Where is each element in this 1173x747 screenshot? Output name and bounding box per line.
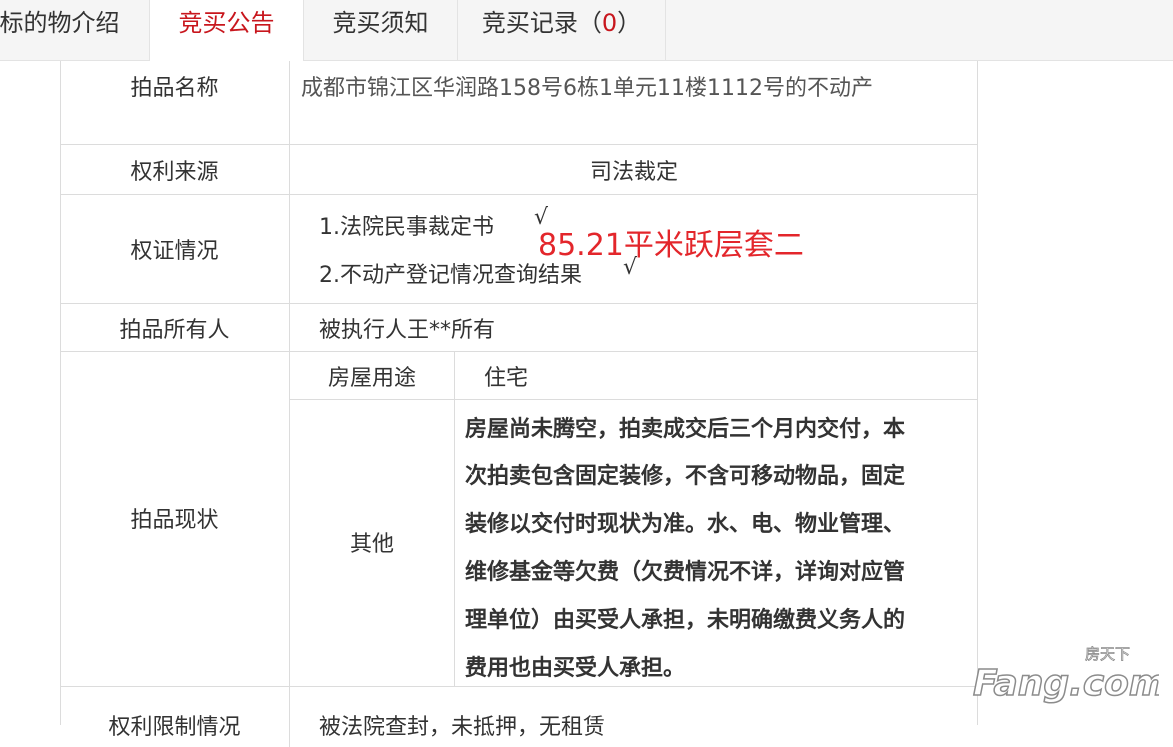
label-text: 权利来源	[130, 160, 219, 185]
row-label: 拍品现状	[60, 352, 290, 686]
fang-watermark: 房天下 Fang.com	[969, 637, 1167, 707]
row-label: 权证情况	[60, 195, 290, 303]
row-label: 权利限制情况	[60, 687, 290, 747]
fang-logo-icon: 房天下 Fang.com	[972, 645, 1167, 705]
usage-value-cell: 住宅	[455, 352, 978, 400]
row-value: 成都市锦江区华润路158号6栋1单元11楼1112号的不动产	[290, 61, 978, 144]
table-row-rights-source: 权利来源 司法裁定	[60, 145, 978, 195]
row-value: 司法裁定	[290, 145, 978, 194]
svg-text:Fang.com: Fang.com	[973, 663, 1159, 704]
row-label: 拍品名称	[60, 61, 290, 144]
usage-value: 住宅	[484, 366, 529, 391]
table-row-status: 拍品现状 房屋用途 住宅 其他 房屋尚未腾空，拍卖成交后三个月内交付，本 次拍卖…	[60, 352, 978, 687]
area-annotation: 85.21平米跃层套二	[538, 228, 804, 263]
table-row-owner: 拍品所有人 被执行人王**所有	[60, 304, 978, 352]
svg-text:房天下: 房天下	[1085, 645, 1130, 663]
tab-notice[interactable]: 竞买须知	[304, 0, 458, 60]
tab-bid-records[interactable]: 竞买记录（0）	[458, 0, 666, 60]
owner-text: 被执行人王**所有	[319, 318, 496, 343]
row-label: 拍品所有人	[60, 304, 290, 351]
status-detail-line: 房屋尚未腾空，拍卖成交后三个月内交付，本	[465, 417, 906, 442]
status-detail-line: 费用也由买受人承担。	[465, 656, 686, 681]
label-text: 拍品所有人	[119, 318, 230, 343]
status-detail-line: 装修以交付时现状为准。水、电、物业管理、	[465, 512, 906, 537]
status-detail-line: 次拍卖包含固定装修，不含可移动物品，固定	[465, 464, 906, 489]
table-row-certificates: 权证情况 1.法院民事裁定书 √ 2.不动产登记情况查询结果 √	[60, 195, 978, 304]
tab-announcement[interactable]: 竞买公告	[150, 0, 304, 61]
other-value-cell: 房屋尚未腾空，拍卖成交后三个月内交付，本 次拍卖包含固定装修，不含可移动物品，固…	[455, 400, 978, 687]
row-value: 被法院查封，未抵押，无租赁	[290, 687, 978, 747]
label-text: 权证情况	[130, 239, 219, 264]
restrictions-text: 被法院查封，未抵押，无租赁	[319, 715, 606, 740]
tab-label: 竞买记录（	[481, 9, 602, 37]
label-text: 权利限制情况	[108, 715, 241, 740]
tab-bar: 标的物介绍 竞买公告 竞买须知 竞买记录（0）	[0, 0, 1173, 61]
other-label-cell: 其他	[290, 400, 455, 687]
label-text: 拍品现状	[130, 508, 219, 533]
status-detail-line: 理单位）由买受人承担，未明确缴费义务人的	[465, 608, 906, 633]
row-label: 权利来源	[60, 145, 290, 194]
table-row-item-name: 拍品名称 成都市锦江区华润路158号6栋1单元11楼1112号的不动产	[60, 61, 978, 145]
rights-source-text: 司法裁定	[589, 160, 678, 185]
tab-label-close: ）	[617, 9, 642, 37]
certificate-item: 1.法院民事裁定书	[319, 215, 494, 240]
other-label: 其他	[349, 532, 394, 557]
tab-label: 竞买须知	[332, 9, 429, 37]
tab-item-intro[interactable]: 标的物介绍	[0, 0, 150, 60]
table-row-restrictions: 权利限制情况 被法院查封，未抵押，无租赁	[60, 687, 978, 747]
label-text: 拍品名称	[130, 76, 219, 101]
usage-label: 房屋用途	[327, 366, 416, 391]
tab-label: 竞买公告	[178, 9, 275, 37]
row-value: 被执行人王**所有	[290, 304, 978, 351]
status-detail-line: 维修基金等欠费（欠费情况不详，详询对应管	[465, 560, 906, 585]
usage-label-cell: 房屋用途	[290, 352, 455, 400]
item-name-text: 成都市锦江区华润路158号6栋1单元11楼1112号的不动产	[301, 76, 873, 101]
bid-count: 0	[601, 9, 618, 37]
tab-label: 标的物介绍	[0, 9, 120, 37]
